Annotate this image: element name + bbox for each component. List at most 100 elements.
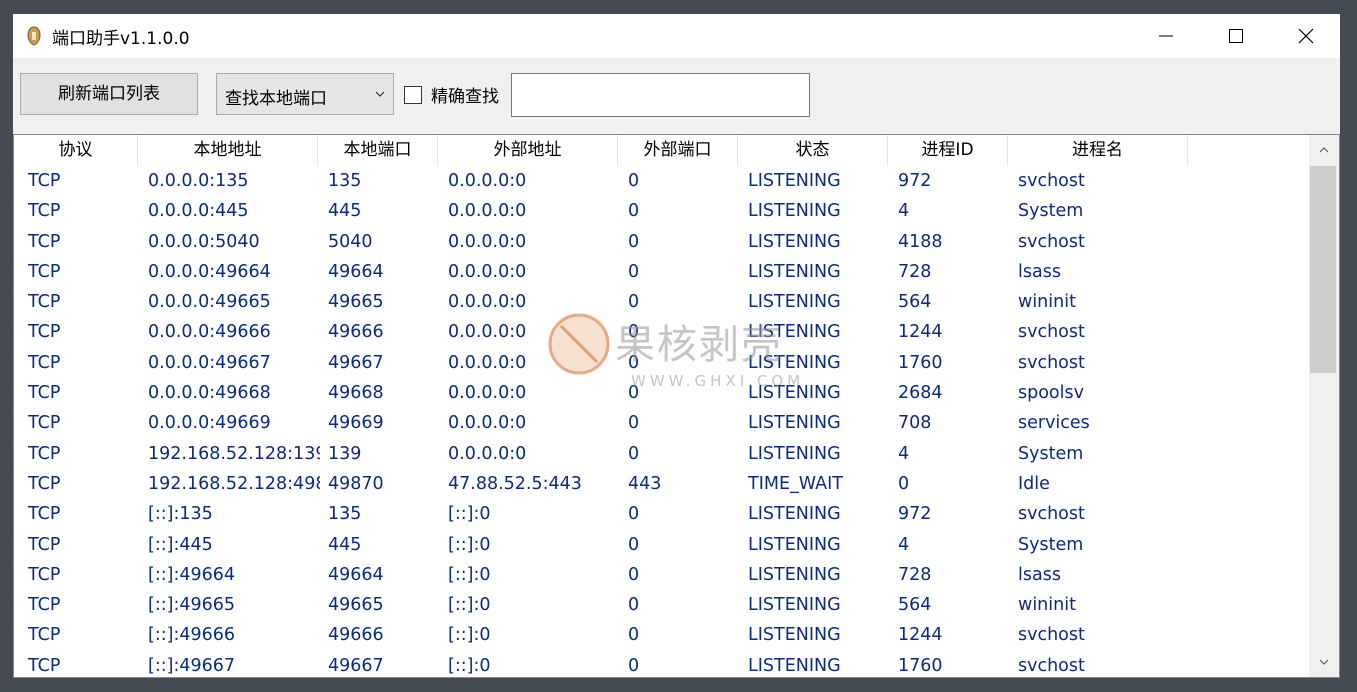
table-cell: TCP (28, 413, 61, 434)
table-row[interactable]: TCP 0.0.0.0:49667 49667 0.0.0.0:0 0 LISTENING… (14, 348, 1309, 378)
table-cell: [::]:49666 (148, 625, 236, 646)
column-header-remote-port[interactable]: 外部端口 (618, 135, 738, 166)
exact-match-checkbox[interactable] (404, 86, 422, 104)
table-cell: 49668 (328, 383, 384, 404)
table-cell: 564 (898, 292, 932, 313)
table-cell: [::]:135 (148, 504, 213, 525)
table-cell: 0.0.0.0:0 (448, 231, 527, 252)
refresh-port-list-button[interactable]: 刷新端口列表 (20, 73, 198, 115)
table-row[interactable]: TCP 0.0.0.0:445 445 0.0.0.0:0 0 LISTENING 4 Sys… (14, 196, 1309, 226)
search-mode-value: 查找本地端口 (225, 89, 327, 109)
table-cell: [::]:49664 (148, 564, 236, 585)
minimize-button[interactable] (1131, 14, 1201, 58)
table-cell: 0.0.0.0:135 (148, 171, 249, 191)
exact-match-label[interactable]: 精确查找 (431, 82, 499, 107)
table-row[interactable]: TCP [::]:135 135 [::]:0 0 LISTENING 972 svchost (14, 499, 1309, 529)
list-rows: TCP 0.0.0.0:135 135 0.0.0.0:0 0 LISTENING 972 s… (14, 166, 1309, 677)
table-cell: services (1018, 413, 1090, 434)
table-cell: 49665 (328, 595, 384, 616)
vertical-scrollbar[interactable] (1309, 135, 1339, 677)
close-button[interactable] (1271, 14, 1340, 58)
table-cell: LISTENING (748, 352, 841, 373)
table-cell: 49664 (328, 261, 384, 282)
table-row[interactable]: TCP 0.0.0.0:49668 49668 0.0.0.0:0 0 LISTENING… (14, 378, 1309, 408)
table-cell: 2684 (898, 383, 943, 404)
table-cell: System (1018, 201, 1084, 222)
column-header-local-address[interactable]: 本地地址 (138, 135, 318, 166)
table-row[interactable]: TCP [::]:49666 49666 [::]:0 0 LISTENING 1244 sv… (14, 620, 1309, 650)
table-cell: 0 (898, 473, 910, 494)
table-cell: 49665 (328, 292, 384, 313)
table-cell: 49664 (328, 564, 384, 585)
table-cell: svchost (1018, 625, 1085, 646)
port-list: 协议 本地地址 本地端口 外部地址 外部端口 状态 进程ID 进程名 TCP 0.… (13, 134, 1340, 678)
table-cell: svchost (1018, 352, 1085, 373)
table-cell: svchost (1018, 655, 1085, 676)
table-row[interactable]: TCP [::]:49665 49665 [::]:0 0 LISTENING 564 win… (14, 590, 1309, 620)
table-cell: TCP (28, 201, 61, 222)
table-cell: 0 (628, 534, 640, 555)
table-row[interactable]: TCP 192.168.52.128:49870 49870 47.88.52.5:4… (14, 469, 1309, 499)
title-bar[interactable]: 端口助手v1.1.0.0 (13, 14, 1340, 58)
search-mode-select[interactable]: 查找本地端口 (216, 73, 394, 115)
table-cell: [::]:49667 (148, 655, 236, 676)
table-cell: 0.0.0.0:0 (448, 383, 527, 404)
table-cell: 47.88.52.5:443 (448, 473, 582, 494)
scroll-down-button[interactable] (1309, 647, 1339, 677)
column-header-process-name[interactable]: 进程名 (1008, 135, 1188, 166)
table-cell: 135 (328, 171, 362, 191)
column-header-state[interactable]: 状态 (738, 135, 888, 166)
chevron-down-icon (375, 91, 385, 97)
table-cell: 192.168.52.128:139 (148, 443, 320, 464)
table-row[interactable]: TCP 0.0.0.0:49664 49664 0.0.0.0:0 0 LISTENING… (14, 257, 1309, 287)
table-row[interactable]: TCP 0.0.0.0:135 135 0.0.0.0:0 0 LISTENING 972 s… (14, 166, 1309, 196)
table-row[interactable]: TCP 192.168.52.128:139 139 0.0.0.0:0 0 LISTEN… (14, 439, 1309, 469)
table-cell: 1244 (898, 322, 943, 343)
column-header-pid[interactable]: 进程ID (888, 135, 1008, 166)
table-cell: 139 (328, 443, 362, 464)
table-cell: TCP (28, 231, 61, 252)
table-cell: LISTENING (748, 443, 841, 464)
table-cell: TCP (28, 655, 61, 676)
table-cell: LISTENING (748, 261, 841, 282)
table-cell: 443 (628, 473, 662, 494)
table-cell: 0.0.0.0:445 (148, 201, 249, 222)
table-cell: 0.0.0.0:49664 (148, 261, 271, 282)
table-cell: LISTENING (748, 564, 841, 585)
table-row[interactable]: TCP 0.0.0.0:49665 49665 0.0.0.0:0 0 LISTENING… (14, 287, 1309, 317)
table-cell: LISTENING (748, 201, 841, 222)
table-cell: 445 (328, 534, 362, 555)
search-input[interactable] (511, 73, 810, 117)
table-cell: wininit (1018, 292, 1076, 313)
column-header-local-port[interactable]: 本地端口 (318, 135, 438, 166)
table-row[interactable]: TCP 0.0.0.0:49669 49669 0.0.0.0:0 0 LISTENING… (14, 408, 1309, 438)
maximize-icon (1229, 29, 1243, 43)
toolbar: 刷新端口列表 查找本地端口 精确查找 (13, 58, 1340, 134)
table-cell: 5040 (328, 231, 373, 252)
scroll-thumb[interactable] (1310, 166, 1336, 373)
table-cell: 4 (898, 443, 910, 464)
column-header-protocol[interactable]: 协议 (14, 135, 138, 166)
table-cell: 0 (628, 231, 640, 252)
table-row[interactable]: TCP [::]:49664 49664 [::]:0 0 LISTENING 728 lsa… (14, 560, 1309, 590)
table-cell: LISTENING (748, 413, 841, 434)
table-row[interactable]: TCP 0.0.0.0:49666 49666 0.0.0.0:0 0 LISTENING… (14, 317, 1309, 347)
column-header-remote-address[interactable]: 外部地址 (438, 135, 618, 166)
table-cell: svchost (1018, 504, 1085, 525)
table-cell: TIME_WAIT (748, 473, 843, 494)
table-row[interactable]: TCP 0.0.0.0:5040 5040 0.0.0.0:0 0 LISTENING 41… (14, 227, 1309, 257)
minimize-icon (1159, 35, 1173, 37)
table-cell: TCP (28, 352, 61, 373)
table-cell: 49667 (328, 352, 384, 373)
table-row[interactable]: TCP [::]:445 445 [::]:0 0 LISTENING 4 System (14, 530, 1309, 560)
scroll-up-button[interactable] (1309, 135, 1339, 165)
table-cell: 0.0.0.0:5040 (148, 231, 260, 252)
table-cell: 0 (628, 171, 640, 191)
table-cell: LISTENING (748, 504, 841, 525)
table-cell: TCP (28, 534, 61, 555)
table-row[interactable]: TCP [::]:49667 49667 [::]:0 0 LISTENING 1760 sv… (14, 651, 1309, 677)
table-cell: TCP (28, 383, 61, 404)
table-cell: 0 (628, 352, 640, 373)
table-cell: 728 (898, 564, 932, 585)
maximize-button[interactable] (1201, 14, 1271, 58)
